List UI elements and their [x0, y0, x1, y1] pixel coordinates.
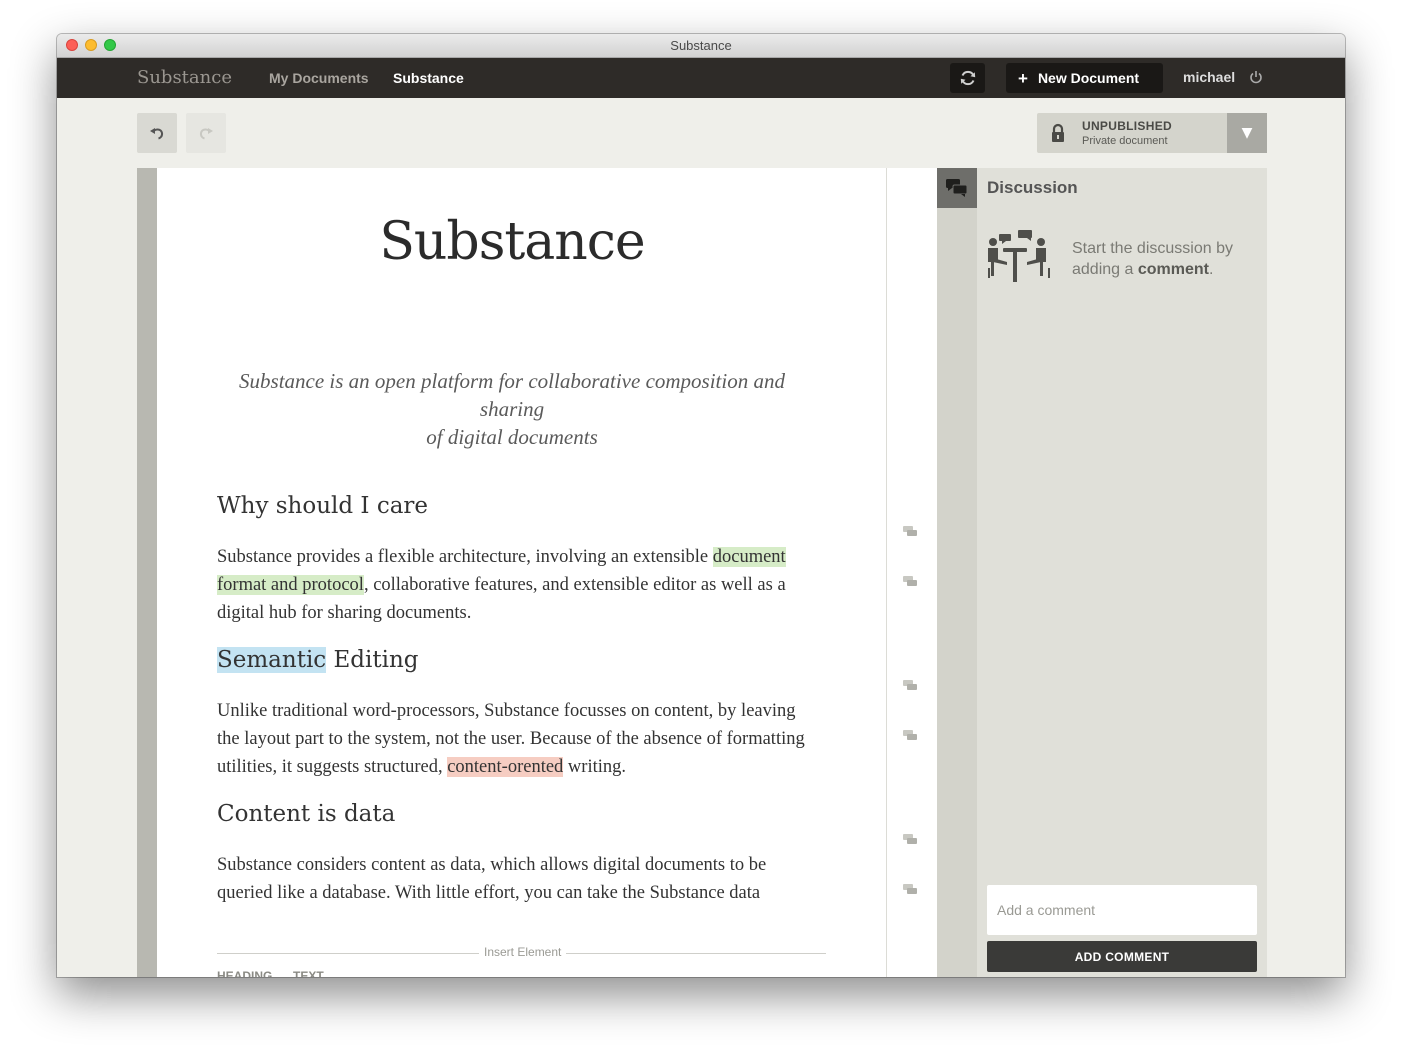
lock-icon [1052, 123, 1064, 142]
status-dropdown-toggle[interactable]: ▼ [1227, 113, 1267, 153]
sync-button[interactable] [950, 63, 985, 93]
title-bar: Substance [57, 34, 1345, 58]
paragraph-why[interactable]: Substance provides a flexible architectu… [217, 543, 817, 627]
top-navbar: Substance My Documents Substance + New D… [57, 58, 1345, 98]
heading-semantic-editing[interactable]: Semantic Editing [217, 647, 419, 673]
user-menu[interactable]: michael [1183, 69, 1235, 85]
status-title: UNPUBLISHED [1082, 119, 1172, 133]
comment-marker-icon[interactable] [903, 834, 917, 845]
comment-marker-icon[interactable] [903, 884, 917, 895]
add-comment-input[interactable] [987, 885, 1257, 935]
window-title: Substance [670, 38, 732, 53]
new-document-button[interactable]: + New Document [1006, 63, 1163, 93]
add-comment-button[interactable]: ADD COMMENT [987, 941, 1257, 972]
comment-marker-icon[interactable] [903, 730, 917, 741]
speech-bubbles-icon [946, 179, 968, 197]
discussion-tab[interactable] [937, 168, 977, 208]
discussion-panel: Discussion Start the discussion by addin… [977, 168, 1267, 977]
comment-marker-icon[interactable] [903, 576, 917, 587]
document-lead[interactable]: Substance is an open platform for collab… [217, 367, 807, 451]
nav-current-document[interactable]: Substance [393, 70, 464, 86]
text-run: Substance provides a flexible architectu… [217, 547, 713, 567]
text-run: Editing [326, 647, 419, 673]
insert-element-label: Insert Element [479, 945, 567, 959]
discussion-sidebar: Discussion Start the discussion by addin… [937, 168, 1267, 977]
undo-button[interactable] [137, 113, 177, 153]
insert-text-button[interactable]: TEXT [293, 969, 324, 977]
redo-button[interactable] [186, 113, 226, 153]
document-title[interactable]: Substance [157, 212, 867, 272]
document-editor[interactable]: Substance Substance is an open platform … [137, 168, 937, 977]
lead-line-2: of digital documents [426, 425, 598, 449]
comment-marker-icon[interactable] [903, 680, 917, 691]
insert-heading-button[interactable]: HEADING [217, 969, 272, 977]
hint-bold-text: comment [1137, 261, 1209, 278]
publish-status[interactable]: UNPUBLISHED Private document ▼ [1037, 113, 1267, 153]
new-document-label: New Document [1037, 70, 1140, 86]
annotation-highlight-blue[interactable]: Semantic [217, 647, 327, 673]
paragraph-semantic[interactable]: Unlike traditional word-processors, Subs… [217, 697, 817, 781]
status-subtitle: Private document [1082, 135, 1168, 147]
discussion-title: Discussion [987, 178, 1078, 197]
people-talking-icon [988, 230, 1050, 282]
comment-marker-icon[interactable] [903, 526, 917, 537]
plus-icon: + [1018, 68, 1028, 88]
lead-line-1: Substance is an open platform for collab… [239, 369, 785, 421]
redo-icon [199, 128, 213, 140]
brand-logo[interactable]: Substance [137, 67, 232, 88]
nav-my-documents[interactable]: My Documents [269, 70, 369, 86]
triangle-down-icon: ▼ [1241, 125, 1253, 141]
hint-suffix: . [1208, 261, 1214, 278]
sync-icon [960, 70, 975, 86]
heading-content-is-data[interactable]: Content is data [217, 801, 395, 827]
text-run: writing. [563, 757, 626, 777]
paragraph-content-data[interactable]: Substance considers content as data, whi… [217, 851, 817, 907]
undo-icon [150, 128, 164, 140]
app-window: Substance Substance My Documents Substan… [57, 34, 1345, 977]
annotation-highlight-red[interactable]: content-orented [447, 757, 564, 777]
discussion-hint: Start the discussion by adding a comment… [1072, 238, 1262, 280]
editor-left-gutter [137, 168, 157, 977]
logout-power-icon[interactable] [1249, 70, 1263, 84]
comment-gutter-divider [886, 168, 887, 977]
heading-why-should-i-care[interactable]: Why should I care [217, 493, 428, 519]
